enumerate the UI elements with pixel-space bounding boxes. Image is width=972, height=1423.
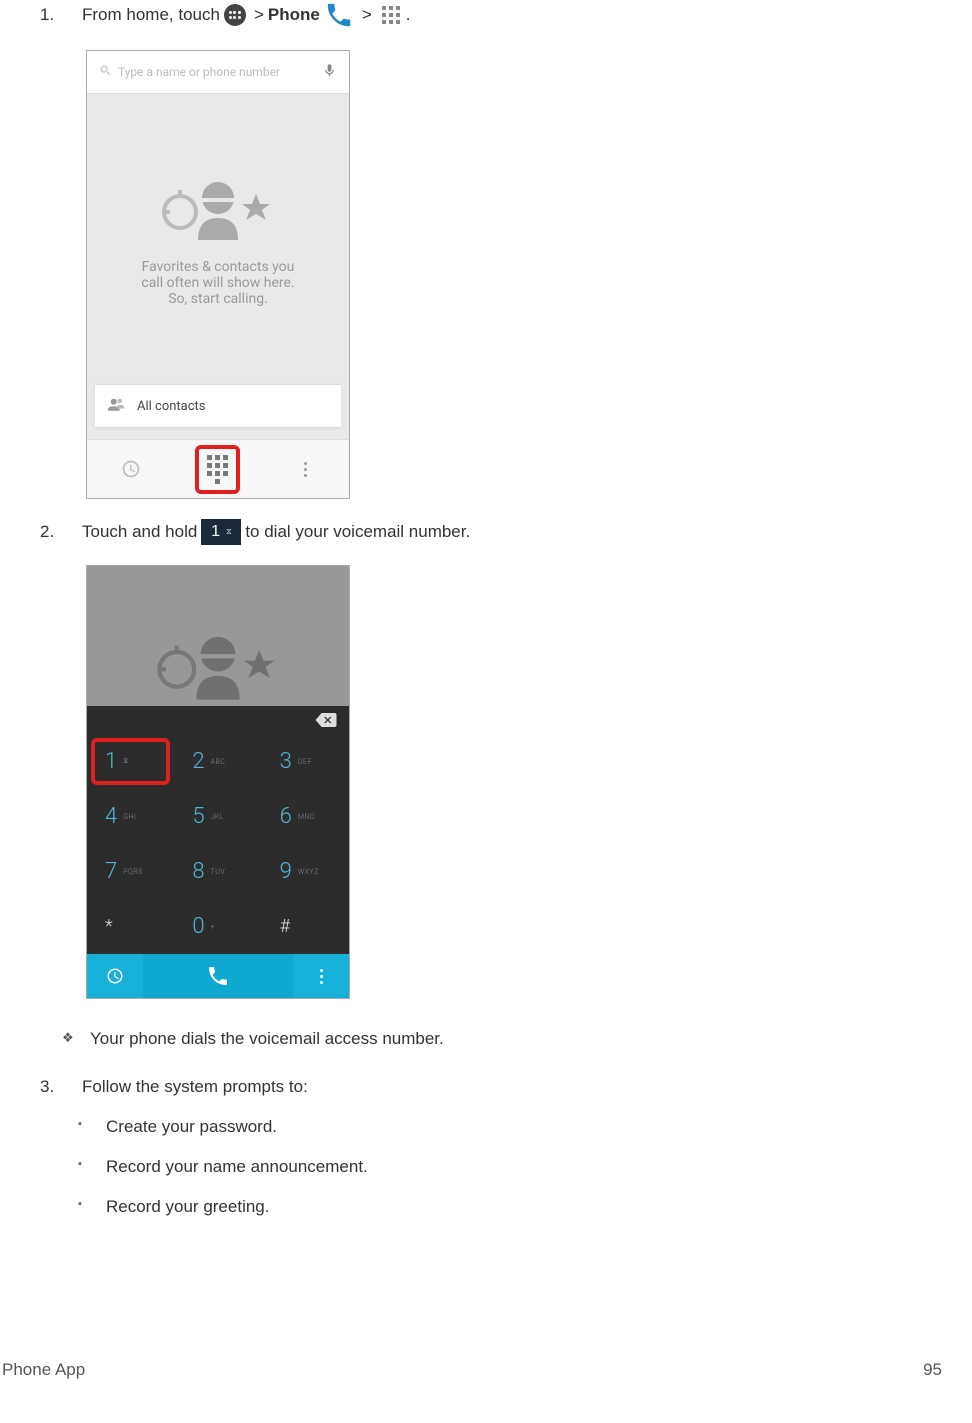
search-icon: [99, 64, 112, 80]
shot1-bottom-bar: [87, 439, 349, 498]
key-7: 7 PQRS: [87, 844, 174, 899]
shot2-call-bar: [87, 954, 349, 998]
key-5-letters: JKL: [211, 813, 224, 821]
key-5-digit: 5: [192, 804, 204, 829]
key-9-digit: 9: [280, 859, 292, 884]
all-contacts-label: All contacts: [137, 399, 206, 414]
screenshot-dialer: 1 ⧖ 2ABC 3DEF 4GHI 5JKL 6MNO 7PQRS 8TUV …: [86, 565, 350, 999]
voicemail-sub-icon: ⧖: [123, 757, 128, 766]
key-1-digit: 1: [105, 749, 117, 774]
step2-number: 2.: [30, 522, 82, 542]
shot2-top-area: [87, 566, 349, 706]
step1-phone-label: Phone: [268, 5, 320, 25]
step2-text-to-dial: to dial your voicemail number.: [245, 522, 470, 542]
step1-number: 1.: [30, 5, 82, 25]
phone-handset-icon: [324, 0, 354, 30]
callbar-overflow: [293, 969, 349, 984]
key-9-letters: WXYZ: [298, 868, 319, 876]
key-hash-symbol: #: [280, 916, 290, 937]
result-voicemail-dial: Your phone dials the voicemail access nu…: [62, 1019, 942, 1059]
callbar-recents-icon: [87, 967, 143, 985]
backspace-icon: [315, 713, 337, 727]
step1-gt2: >: [362, 5, 372, 25]
step3-text: Follow the system prompts to:: [82, 1077, 308, 1097]
step-2: 2. Touch and hold 1⧖ to dial your voicem…: [30, 519, 942, 1059]
shot1-search-bar: Type a name or phone number: [87, 51, 349, 94]
key-0: 0+: [174, 899, 261, 954]
key-star-symbol: *: [105, 916, 113, 937]
key-4-letters: GHI: [123, 813, 136, 821]
key-2-digit: 2: [192, 749, 204, 774]
key-0-digit: 0: [192, 914, 204, 939]
key-hash: #: [262, 899, 349, 954]
overflow-tab: [262, 462, 349, 477]
footer-section-title: Phone App: [2, 1360, 85, 1380]
step-1: 1. From home, touch > Phone > .: [30, 0, 942, 499]
key-7-letters: PQRS: [123, 868, 143, 876]
key-1-highlight: [91, 738, 170, 785]
key-7-digit: 7: [105, 859, 117, 884]
key-2: 2 ABC: [174, 734, 261, 789]
step3-number: 3.: [30, 1077, 82, 1097]
shot2-keypad: 1 ⧖ 2ABC 3DEF 4GHI 5JKL 6MNO 7PQRS 8TUV …: [87, 734, 349, 954]
step1-text-from-home: From home, touch: [82, 5, 220, 25]
microphone-icon: [322, 63, 337, 81]
dialpad-icon: [382, 6, 400, 24]
shot1-empty-state: Favorites & contacts you call often will…: [87, 94, 349, 384]
shot1-all-contacts-row: All contacts: [95, 384, 341, 427]
step1-period: .: [406, 5, 411, 25]
overflow-icon-white: [320, 969, 323, 984]
key-8-digit: 8: [192, 859, 204, 884]
key-2-letters: ABC: [211, 758, 226, 766]
key-9: 9 WXYZ: [262, 844, 349, 899]
empty-line1: Favorites & contacts you: [142, 259, 295, 275]
key-4: 4 GHI: [87, 789, 174, 844]
shot1-search-placeholder: Type a name or phone number: [118, 65, 280, 79]
dialpad-tab: [174, 445, 261, 494]
key-5: 5 JKL: [174, 789, 261, 844]
prompt-record-name: Record your name announcement.: [78, 1147, 942, 1187]
step2-text-touch-hold: Touch and hold: [82, 522, 197, 542]
step1-gt1: >: [254, 5, 264, 25]
screenshot-phone-app: Type a name or phone number: [86, 50, 350, 499]
key-8-letters: TUV: [211, 868, 226, 876]
page-footer: Phone App 95: [2, 1360, 942, 1380]
key-4-digit: 4: [105, 804, 117, 829]
key-6: 6 MNO: [262, 789, 349, 844]
key-1: 1 ⧖: [87, 734, 174, 789]
callbar-call-button: [143, 954, 293, 998]
empty-state-graphic: [158, 172, 278, 244]
key-3: 3 DEF: [262, 734, 349, 789]
key-3-digit: 3: [280, 749, 292, 774]
key-star: *: [87, 899, 174, 954]
key-6-digit: 6: [280, 804, 292, 829]
recents-tab-icon: [87, 459, 174, 479]
key-3-letters: DEF: [298, 758, 312, 766]
key-0-plus: +: [211, 923, 215, 931]
dialpad-tab-icon: [207, 455, 228, 484]
key-6-letters: MNO: [298, 813, 315, 821]
key-1-voicemail-icon: 1⧖: [201, 519, 241, 545]
apps-icon: [224, 4, 246, 26]
step-3: 3. Follow the system prompts to: Create …: [30, 1077, 942, 1227]
prompt-create-password: Create your password.: [78, 1107, 942, 1147]
overflow-icon: [304, 462, 307, 477]
contacts-icon: [107, 397, 125, 415]
dialpad-highlight-box: [195, 445, 240, 494]
shot2-backspace-row: [87, 706, 349, 734]
empty-line2: call often will show here.: [141, 275, 294, 291]
key-8: 8 TUV: [174, 844, 261, 899]
footer-page-number: 95: [923, 1360, 942, 1380]
prompt-record-greeting: Record your greeting.: [78, 1187, 942, 1227]
empty-line3: So, start calling.: [168, 291, 268, 307]
